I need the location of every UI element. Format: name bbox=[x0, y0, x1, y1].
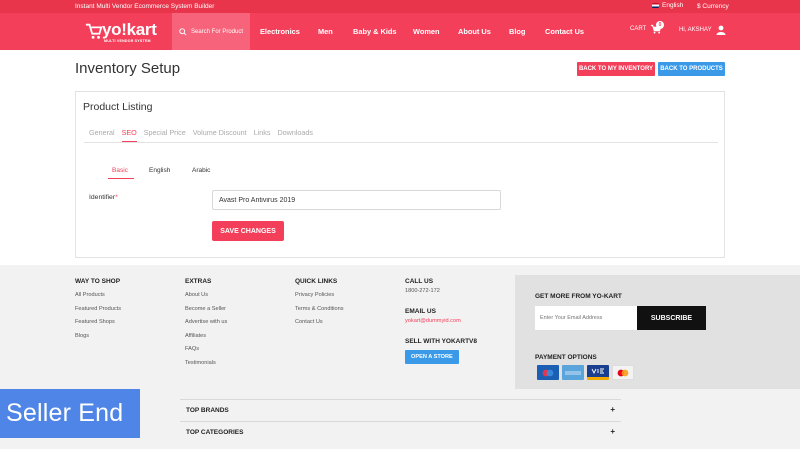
logo-cart-icon bbox=[85, 23, 103, 39]
language-label: English bbox=[662, 2, 684, 9]
tab-general[interactable]: General bbox=[89, 128, 115, 142]
nav-about-us[interactable]: About Us bbox=[458, 27, 491, 36]
cart-button[interactable]: CART 0 bbox=[630, 21, 664, 34]
listing-tabs: General SEO Special Price Volume Discoun… bbox=[89, 128, 320, 142]
footer-link-affiliates[interactable]: Affiliates bbox=[185, 333, 227, 339]
newsletter-box: GET MORE FROM YO-KART SUBSCRIBE PAYMENT … bbox=[515, 275, 800, 389]
footer-quick-links: QUICK LINKS Privacy Policies Terms & Con… bbox=[295, 278, 344, 333]
footer-link-become-seller[interactable]: Become a Seller bbox=[185, 306, 227, 312]
lang-tab-english[interactable]: English bbox=[149, 167, 170, 174]
cart-count-badge: 0 bbox=[656, 21, 664, 29]
nav-women[interactable]: Women bbox=[413, 27, 440, 36]
lang-tab-arabic[interactable]: Arabic bbox=[192, 167, 210, 174]
back-to-products-button[interactable]: BACK TO PRODUCTS bbox=[658, 62, 725, 76]
tagline: Instant Multi Vendor Ecommerce System Bu… bbox=[75, 3, 215, 10]
search-for-product[interactable]: Search For Product bbox=[172, 13, 250, 50]
footer-link-advertise[interactable]: Advertise with us bbox=[185, 319, 227, 325]
top-strip: Instant Multi Vendor Ecommerce System Bu… bbox=[0, 0, 800, 13]
open-store-button[interactable]: OPEN A STORE bbox=[405, 350, 459, 364]
mastercard-icon bbox=[612, 365, 634, 380]
footer-link-contact[interactable]: Contact Us bbox=[295, 319, 344, 325]
footer-link-about-us[interactable]: About Us bbox=[185, 292, 227, 298]
back-to-inventory-button[interactable]: BACK TO MY INVENTORY bbox=[577, 62, 655, 76]
nav-blog[interactable]: Blog bbox=[509, 27, 525, 36]
save-changes-button[interactable]: SAVE CHANGES bbox=[212, 221, 284, 241]
nav-baby-kids[interactable]: Baby & Kids bbox=[353, 27, 397, 36]
newsletter-heading: GET MORE FROM YO-KART bbox=[535, 293, 622, 300]
footer-heading: QUICK LINKS bbox=[295, 278, 338, 285]
logo-subtitle: MULTI VENDOR SYSTEM bbox=[104, 39, 151, 43]
expand-plus-icon: + bbox=[610, 405, 615, 414]
sell-heading: SELL WITH YOKARTV8 bbox=[405, 338, 477, 345]
footer-link-privacy[interactable]: Privacy Policies bbox=[295, 292, 344, 298]
newsletter-email-input[interactable] bbox=[535, 306, 637, 330]
footer-link-blogs[interactable]: Blogs bbox=[75, 333, 121, 339]
tab-links[interactable]: Links bbox=[254, 128, 271, 142]
user-greeting: Hi, AKSHAY bbox=[679, 27, 712, 33]
flag-icon bbox=[652, 3, 659, 8]
required-mark: * bbox=[115, 194, 118, 201]
nav-men[interactable]: Men bbox=[318, 27, 333, 36]
footer-link-faqs[interactable]: FAQs bbox=[185, 346, 227, 352]
top-brands-accordion[interactable]: TOP BRANDS + bbox=[180, 399, 621, 421]
phone-number: 1800-272-172 bbox=[405, 288, 440, 294]
top-categories-accordion[interactable]: TOP CATEGORIES + bbox=[180, 421, 621, 443]
email-us-heading: EMAIL US bbox=[405, 308, 436, 315]
search-label: Search For Product bbox=[190, 28, 244, 35]
tab-seo[interactable]: SEO bbox=[121, 128, 137, 142]
seller-end-label: Seller End bbox=[0, 389, 140, 438]
tab-volume-discount[interactable]: Volume Discount bbox=[193, 128, 247, 142]
page-title: Inventory Setup bbox=[75, 60, 181, 77]
card-title: Product Listing bbox=[83, 101, 153, 113]
footer-heading: WAY TO SHOP bbox=[75, 278, 121, 285]
identifier-input[interactable] bbox=[212, 190, 501, 210]
top-categories-label: TOP CATEGORIES bbox=[186, 429, 244, 436]
language-selector[interactable]: English bbox=[652, 2, 683, 9]
user-menu[interactable]: Hi, AKSHAY bbox=[679, 25, 726, 35]
lang-tab-basic[interactable]: Basic bbox=[112, 167, 128, 174]
logo-text: yo!kart bbox=[102, 20, 157, 39]
user-icon bbox=[716, 25, 726, 35]
expand-plus-icon: + bbox=[610, 427, 615, 436]
maestro-card-icon bbox=[537, 365, 559, 380]
footer-way-to-shop: WAY TO SHOP All Products Featured Produc… bbox=[75, 278, 121, 346]
lang-tab-underline bbox=[108, 178, 134, 179]
nav-electronics[interactable]: Electronics bbox=[260, 27, 300, 36]
tabs-divider bbox=[84, 142, 718, 143]
top-brands-label: TOP BRANDS bbox=[186, 407, 229, 414]
identifier-label: Identifier* bbox=[89, 194, 118, 201]
payment-options-heading: PAYMENT OPTIONS bbox=[535, 354, 597, 361]
footer-contact: CALL US 1800-272-172 EMAIL US yokart@dum… bbox=[405, 278, 477, 364]
footer-extras: EXTRAS About Us Become a Seller Advertis… bbox=[185, 278, 227, 374]
footer-link-featured-products[interactable]: Featured Products bbox=[75, 306, 121, 312]
subscribe-button[interactable]: SUBSCRIBE bbox=[637, 306, 706, 330]
amex-card-icon bbox=[562, 365, 584, 380]
logo[interactable]: yo!kart MULTI VENDOR SYSTEM bbox=[85, 19, 160, 45]
tab-special-price[interactable]: Special Price bbox=[144, 128, 186, 142]
product-listing-card: Product Listing General SEO Special Pric… bbox=[75, 91, 725, 258]
footer-link-featured-shops[interactable]: Featured Shops bbox=[75, 319, 121, 325]
search-icon bbox=[179, 27, 187, 36]
cart-label: CART bbox=[630, 26, 647, 32]
payment-cards bbox=[537, 365, 634, 380]
currency-selector[interactable]: $ Currency bbox=[697, 3, 729, 10]
footer-link-testimonials[interactable]: Testimonials bbox=[185, 360, 227, 366]
call-us-heading: CALL US bbox=[405, 278, 434, 285]
main-header: yo!kart MULTI VENDOR SYSTEM Search For P… bbox=[0, 13, 800, 50]
email-link[interactable]: yokart@dummyid.com bbox=[405, 318, 477, 324]
visa-card-icon bbox=[587, 365, 609, 380]
footer-heading: EXTRAS bbox=[185, 278, 212, 285]
tab-downloads[interactable]: Downloads bbox=[277, 128, 313, 142]
nav-contact-us[interactable]: Contact Us bbox=[545, 27, 584, 36]
footer-link-all-products[interactable]: All Products bbox=[75, 292, 121, 298]
footer-link-terms[interactable]: Terms & Conditions bbox=[295, 306, 344, 312]
